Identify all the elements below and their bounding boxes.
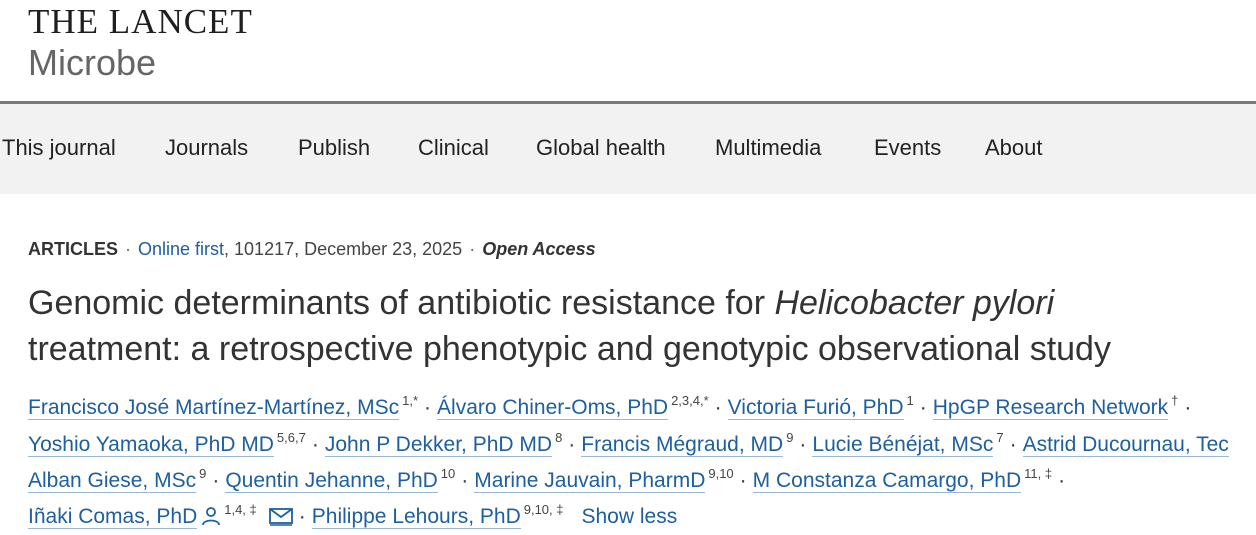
meta-separator: · [125, 239, 131, 259]
author-separator: · [1058, 469, 1066, 492]
show-less-button[interactable]: Show less [582, 505, 678, 528]
nav-journals[interactable]: Journals [165, 134, 248, 162]
author-separator: · [1184, 396, 1192, 419]
author-affiliation[interactable]: 9 [786, 430, 793, 445]
main-nav: This journal Journals Publish Clinical G… [0, 104, 1256, 194]
author-link[interactable]: Quentin Jehanne, PhD [225, 469, 438, 493]
author-link[interactable]: Yoshio Yamaoka, PhD MD [28, 433, 274, 457]
author-link[interactable]: Francisco José Martínez-Martínez, MSc [28, 396, 400, 420]
journal-logo-subtitle[interactable]: Microbe [28, 42, 156, 84]
author-link[interactable]: Álvaro Chiner-Oms, PhD [437, 396, 669, 420]
author-line: Francisco José Martínez-Martínez, MSc 1,*… [28, 386, 1197, 420]
title-text-2: treatment: a retrospective phenotypic an… [28, 330, 1111, 368]
author-affiliation[interactable]: 2,3,4,* [671, 393, 709, 408]
author-line: Yoshio Yamaoka, PhD MD 5,6,7 · John P Dekke… [28, 423, 1229, 457]
journal-logo-title[interactable]: THE LANCET [28, 2, 253, 42]
author-affiliation[interactable]: 7 [996, 430, 1003, 445]
author-link[interactable]: Victoria Furió, PhD [727, 396, 904, 420]
author-link[interactable]: Astrid Ducournau, Tec [1022, 433, 1229, 457]
author-affiliation[interactable]: † [1171, 393, 1178, 408]
article-title: Genomic determinants of antibiotic resis… [28, 280, 1248, 372]
author-separator: · [568, 433, 576, 456]
open-access-label: Open Access [482, 239, 596, 259]
author-affiliation[interactable]: 1,4, ‡ [224, 502, 257, 517]
author-link[interactable]: HpGP Research Network [932, 396, 1169, 420]
author-affiliation[interactable]: 1,* [402, 393, 418, 408]
author-affiliation[interactable]: 10 [441, 466, 455, 481]
author-link[interactable]: Alban Giese, MSc [28, 469, 197, 493]
person-icon[interactable] [201, 505, 221, 535]
author-line: Iñaki Comas, PhD 1,4, ‡ · Philippe Lehours,… [28, 495, 678, 529]
nav-multimedia[interactable]: Multimedia [715, 134, 821, 162]
nav-about[interactable]: About [985, 134, 1043, 162]
article-number-date: , 101217, December 23, 2025 [224, 239, 463, 259]
site-header: THE LANCET Microbe [0, 0, 1256, 101]
author-affiliation[interactable]: 9,10, ‡ [524, 502, 564, 517]
author-link[interactable]: M Constanza Camargo, PhD [752, 469, 1022, 493]
author-link[interactable]: Marine Jauvain, PharmD [474, 469, 706, 493]
author-affiliation[interactable]: 8 [555, 430, 562, 445]
author-separator: · [919, 396, 927, 419]
author-link[interactable]: Lucie Bénéjat, MSc [812, 433, 994, 457]
article-meta: ARTICLES · Online first, 101217, December … [28, 236, 596, 262]
author-separator: · [298, 505, 306, 528]
author-separator: · [311, 433, 319, 456]
article-type: ARTICLES [28, 239, 118, 259]
author-separator: · [714, 396, 722, 419]
author-separator: · [461, 469, 469, 492]
author-affiliation[interactable]: 5,6,7 [277, 430, 306, 445]
envelope-icon[interactable] [268, 505, 293, 535]
meta-separator: · [469, 239, 476, 259]
nav-this-journal[interactable]: This journal [2, 134, 116, 162]
title-organism: Helicobacter pylori [774, 284, 1055, 322]
nav-publish[interactable]: Publish [298, 134, 370, 162]
author-affiliation[interactable]: 9,10 [708, 466, 733, 481]
author-link[interactable]: John P Dekker, PhD MD [324, 433, 553, 457]
author-affiliation[interactable]: 11, ‡ [1024, 466, 1052, 481]
nav-events[interactable]: Events [874, 134, 941, 162]
author-affiliation[interactable]: 1 [907, 393, 914, 408]
nav-clinical[interactable]: Clinical [418, 134, 489, 162]
author-separator: · [212, 469, 220, 492]
online-first-link[interactable]: Online first [138, 239, 224, 259]
author-link[interactable]: Philippe Lehours, PhD [311, 505, 521, 529]
nav-global-health[interactable]: Global health [536, 134, 666, 162]
author-link[interactable]: Iñaki Comas, PhD [28, 505, 198, 529]
author-line: Alban Giese, MSc 9 · Quentin Jehanne, PhD 10… [28, 459, 1071, 493]
title-text-1: Genomic determinants of antibiotic resis… [28, 284, 775, 322]
author-affiliation[interactable]: 9 [199, 466, 206, 481]
author-separator: · [1009, 433, 1017, 456]
author-separator: · [739, 469, 747, 492]
author-link[interactable]: Francis Mégraud, MD [581, 433, 784, 457]
author-separator: · [799, 433, 807, 456]
author-separator: · [424, 396, 432, 419]
